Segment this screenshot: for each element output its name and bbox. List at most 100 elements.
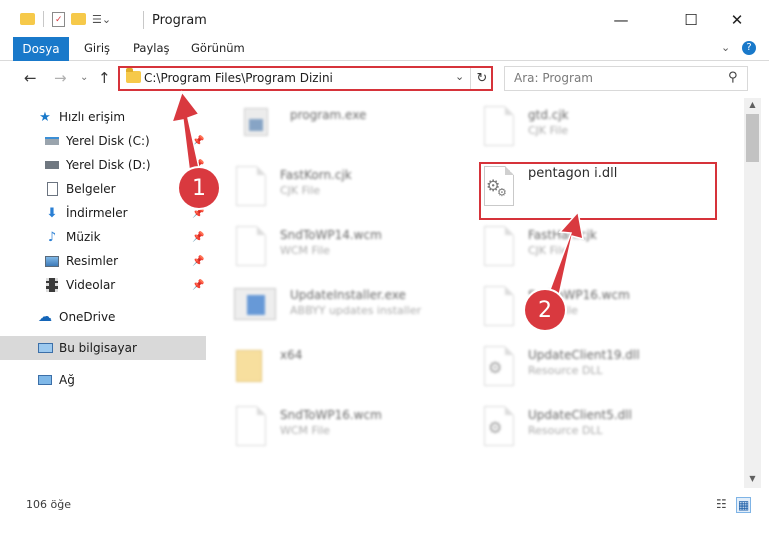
file-item[interactable]: SndToWP16.wcm WCM File [232,402,472,462]
properties-icon[interactable]: ✓ [52,11,65,27]
new-folder-icon[interactable] [71,13,86,25]
tab-file[interactable]: Dosya [13,37,69,61]
nav-item-videos[interactable]: Videolar 📌 [0,273,206,297]
exe-icon [244,108,268,136]
pin-icon[interactable]: 📌 [192,208,204,219]
nav-label: Yerel Disk (D:) [66,158,151,172]
file-item[interactable]: SndToWP14.wcm WCM File [232,222,472,282]
file-icon [484,106,514,146]
forward-button[interactable]: → [54,69,67,87]
nav-label: İndirmeler [66,206,128,220]
up-button[interactable]: ↑ [98,69,111,87]
nav-item-this-pc[interactable]: Bu bilgisayar [0,336,206,360]
nav-item-pictures[interactable]: Resimler 📌 [0,249,206,273]
file-item[interactable]: SndToWP16.wcm WCM File [480,282,720,342]
help-icon[interactable]: ? [742,41,756,55]
star-icon: ★ [39,109,51,125]
nav-item-quick-access[interactable]: ★ Hızlı erişim [0,105,206,129]
file-icon [236,226,266,266]
file-name: gtd.cjk [528,108,569,122]
tab-share[interactable]: Paylaş [133,41,170,55]
file-type: WCM File [280,244,330,257]
nav-item-local-disk-d[interactable]: Yerel Disk (D:) 📌 [0,153,206,177]
file-icon [484,286,514,326]
file-item[interactable]: ⚙ UpdateClient5.dll Resource DLL [480,402,720,462]
nav-item-network[interactable]: Ağ [0,368,206,392]
file-item[interactable]: x64 [232,342,472,402]
file-icon [236,166,266,206]
address-dropdown-icon[interactable]: ⌄ [455,70,464,83]
file-name: FastKorn.cjk [280,168,352,182]
tab-home[interactable]: Giriş [84,41,110,55]
file-item[interactable]: FastHan.cjk CJK File [480,222,720,282]
file-item[interactable]: FastKorn.cjk CJK File [232,162,472,222]
drive-icon [44,133,60,149]
file-item[interactable]: ⚙ UpdateClient19.dll Resource DLL [480,342,720,402]
item-count: 106 öğe [26,498,71,511]
gear-icon: ⚙ [488,418,503,437]
folder-icon [126,68,141,83]
scroll-down-arrow-icon[interactable]: ▼ [744,474,761,486]
nav-label: OneDrive [59,310,116,324]
file-type: CJK File [280,184,321,197]
pin-icon[interactable]: 📌 [192,232,204,243]
close-button[interactable]: ✕ [714,0,760,40]
music-icon: ♪ [47,229,57,245]
folder-icon [236,350,262,382]
drive-icon [44,157,60,173]
tab-view[interactable]: Görünüm [191,41,245,55]
nav-item-downloads[interactable]: ⬇ İndirmeler 📌 [0,201,206,225]
scroll-thumb[interactable] [746,114,759,162]
nav-label: Müzik [66,230,101,244]
recent-locations-button[interactable]: ⌄ [80,72,88,83]
nav-label: Videolar [66,278,116,292]
ribbon-collapse-icon[interactable]: ⌄ [721,41,730,54]
refresh-button[interactable]: ↻ [470,66,493,91]
scroll-up-arrow-icon[interactable]: ▲ [744,100,761,112]
callout-badge-2: 2 [525,290,565,330]
address-path[interactable]: C:\Program Files\Program Dizini [144,71,333,85]
pin-icon[interactable]: 📌 [192,256,204,267]
computer-icon [37,340,53,356]
toolbar-divider [43,11,44,27]
quick-access-toolbar: ✓ ☰⌄ [20,11,111,27]
title-bar: ✓ ☰⌄ Program — ☐ ✕ [0,0,769,40]
file-type: CJK File [528,244,569,257]
file-item[interactable]: gtd.cjk CJK File [480,102,720,162]
title-divider [143,11,144,29]
nav-label: Hızlı erişim [59,110,126,124]
customize-toolbar-icon[interactable]: ☰⌄ [92,13,111,26]
navigation-pane: ★ Hızlı erişim Yerel Disk (C:) 📌 Yerel D… [0,98,208,488]
ribbon-tabs: Dosya Giriş Paylaş Görünüm ⌄ ? [0,37,769,61]
file-type: WCM File [280,424,330,437]
details-view-icon[interactable]: ☷ [716,497,727,511]
back-button[interactable]: ← [24,69,37,87]
download-icon: ⬇ [46,205,58,221]
nav-label: Belgeler [66,182,116,196]
minimize-button[interactable]: — [598,0,644,40]
nav-item-local-disk-c[interactable]: Yerel Disk (C:) 📌 [0,129,206,153]
file-item[interactable]: program.exe [232,102,472,162]
file-name: UpdateInstaller.exe [290,288,406,302]
nav-item-documents[interactable]: Belgeler 📌 [0,177,206,201]
maximize-button[interactable]: ☐ [668,0,714,40]
network-icon [37,372,53,388]
pin-icon[interactable]: 📌 [192,136,204,147]
file-icon [236,406,266,446]
nav-item-onedrive[interactable]: ☁ OneDrive [0,305,206,329]
nav-item-music[interactable]: ♪ Müzik 📌 [0,225,206,249]
file-item[interactable]: UpdateInstaller.exe ABBYY updates instal… [232,282,472,342]
nav-label: Resimler [66,254,119,268]
status-bar [0,490,769,533]
pin-icon[interactable]: 📌 [192,280,204,291]
folder-icon[interactable] [20,13,35,25]
file-name: UpdateClient5.dll [528,408,632,422]
nav-label: Yerel Disk (C:) [66,134,150,148]
search-icon[interactable]: ⚲ [728,70,738,85]
file-name: program.exe [290,108,367,122]
file-item-pentagon-dll[interactable]: ⚙ ⚙ pentagon i.dll [480,162,720,222]
large-icons-view-icon[interactable]: ▦ [736,497,752,513]
documents-icon [44,181,60,197]
file-name: pentagon i.dll [528,166,618,181]
file-name: SndToWP14.wcm [280,228,382,242]
